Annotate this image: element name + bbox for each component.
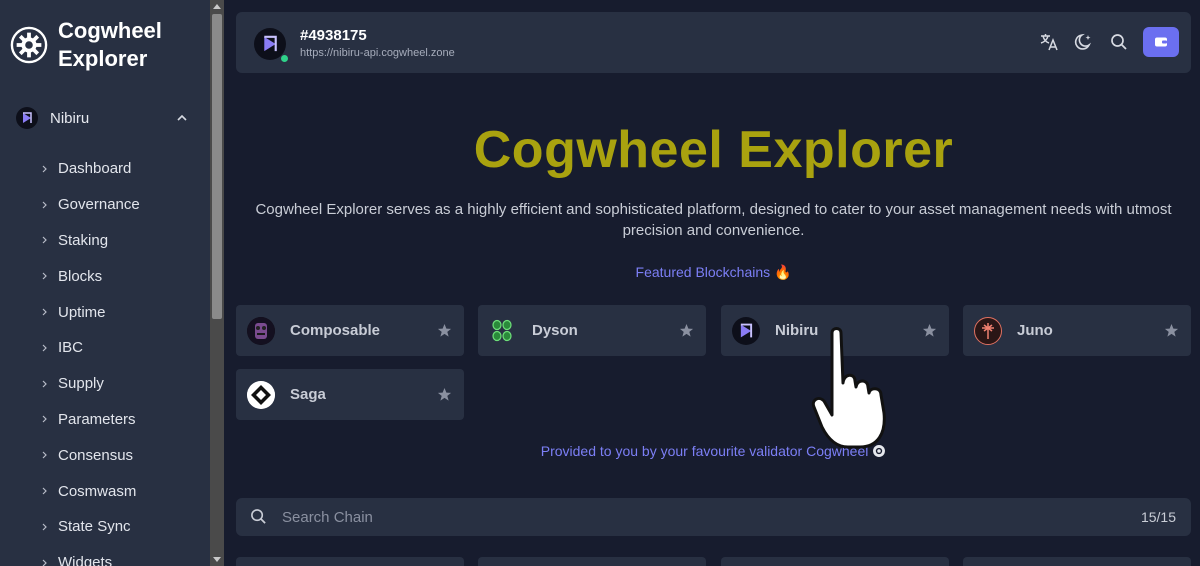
sidebar-item-label: Uptime xyxy=(58,303,106,321)
sidebar-item-governance[interactable]: Governance xyxy=(42,187,140,223)
juno-logo-icon xyxy=(974,316,1002,345)
sidebar-item-consensus[interactable]: Consensus xyxy=(42,437,140,473)
star-icon[interactable] xyxy=(437,323,452,338)
chain-card-saga[interactable]: Saga xyxy=(236,369,464,420)
online-status-dot xyxy=(280,54,289,63)
sidebar-item-label: Supply xyxy=(58,375,104,393)
scroll-down-arrow-icon[interactable] xyxy=(213,557,221,562)
theme-moon-icon[interactable] xyxy=(1073,31,1095,53)
sidebar-item-supply[interactable]: Supply xyxy=(42,366,140,402)
pointer-hand-icon xyxy=(811,327,886,449)
chain-card[interactable] xyxy=(478,557,706,566)
chain-card-composable[interactable]: Composable xyxy=(236,305,464,356)
chevron-right-icon xyxy=(42,272,47,280)
sidebar-item-dashboard[interactable]: Dashboard xyxy=(42,151,140,187)
chain-card-name: Composable xyxy=(290,322,381,339)
sidebar-scrollbar[interactable] xyxy=(210,0,224,566)
chain-card-dyson[interactable]: Dyson xyxy=(478,305,706,356)
dyson-logo-icon xyxy=(489,317,517,345)
chevron-right-icon xyxy=(42,416,47,423)
search-icon[interactable] xyxy=(1108,31,1130,53)
search-chain-input[interactable] xyxy=(282,498,1102,536)
search-icon xyxy=(251,509,266,524)
chevron-right-icon xyxy=(42,308,47,316)
chevron-right-icon xyxy=(42,559,47,566)
header-actions xyxy=(1038,27,1179,57)
star-icon[interactable] xyxy=(1164,323,1179,338)
brand[interactable]: Cogwheel Explorer xyxy=(10,17,188,73)
nibiru-logo-icon xyxy=(16,107,38,129)
translate-icon[interactable] xyxy=(1038,31,1060,53)
chain-card[interactable] xyxy=(963,557,1191,566)
sidebar-item-label: Blocks xyxy=(58,267,103,285)
provided-by-link[interactable]: Provided to you by your favourite valida… xyxy=(236,443,1191,459)
saga-logo-icon xyxy=(247,380,275,409)
featured-blockchains-label: Featured Blockchains 🔥 xyxy=(635,264,792,280)
sidebar-item-state-sync[interactable]: State Sync xyxy=(42,509,140,545)
sidebar-item-label: Consensus xyxy=(58,446,134,464)
chain-card[interactable] xyxy=(236,557,464,566)
sidebar-item-uptime[interactable]: Uptime xyxy=(42,294,140,330)
page-title: Cogwheel Explorer xyxy=(473,121,954,179)
wallet-button[interactable] xyxy=(1143,27,1179,57)
sidebar-item-parameters[interactable]: Parameters xyxy=(42,402,140,438)
chevron-right-icon xyxy=(42,237,47,244)
star-icon[interactable] xyxy=(922,323,937,338)
wallet-icon xyxy=(1155,37,1167,47)
composable-logo-icon xyxy=(247,316,275,345)
chevron-right-icon xyxy=(42,165,47,173)
sidebar-nav: Dashboard Governance Staking Blocks Upti… xyxy=(42,151,140,566)
chevron-up-icon[interactable] xyxy=(176,112,188,124)
sidebar-item-label: State Sync xyxy=(58,518,131,536)
chain-card-name: Dyson xyxy=(532,322,578,339)
sidebar-item-cosmwasm[interactable]: Cosmwasm xyxy=(42,473,140,509)
brand-title: Cogwheel Explorer xyxy=(58,18,162,71)
chain-card-name: Saga xyxy=(290,386,326,403)
chevron-right-icon xyxy=(42,487,47,495)
chevron-right-icon xyxy=(42,201,47,209)
scroll-up-arrow-icon[interactable] xyxy=(213,4,221,9)
sidebar-item-staking[interactable]: Staking xyxy=(42,223,140,259)
sidebar-item-label: Cosmwasm xyxy=(58,482,137,500)
page-description: Cogwheel Explorer serves as a highly eff… xyxy=(255,201,1172,239)
star-icon[interactable] xyxy=(437,387,452,402)
top-bar: #4938175 https://nibiru-api.cogwheel.zon… xyxy=(236,12,1191,73)
api-endpoint: https://nibiru-api.cogwheel.zone xyxy=(300,47,455,59)
chevron-right-icon xyxy=(42,344,47,352)
chain-card-juno[interactable]: Juno xyxy=(963,305,1191,356)
chevron-right-icon xyxy=(42,380,47,388)
chevron-right-icon xyxy=(42,523,47,531)
sidebar-item-label: Governance xyxy=(58,196,140,214)
sidebar-chain-name: Nibiru xyxy=(50,109,90,127)
chain-card-name: Juno xyxy=(1017,322,1053,339)
sidebar-item-label: Parameters xyxy=(58,410,136,428)
cogwheel-logo-icon xyxy=(10,26,48,64)
sidebar-item-widgets[interactable]: Widgets xyxy=(42,545,140,566)
sidebar: Cogwheel Explorer Nibiru Dashboard Gover… xyxy=(0,0,210,566)
star-icon[interactable] xyxy=(679,323,694,338)
sidebar-item-label: IBC xyxy=(58,339,84,357)
sidebar-item-label: Dashboard xyxy=(58,160,132,178)
nibiru-logo-icon xyxy=(732,316,760,345)
sidebar-item-blocks[interactable]: Blocks xyxy=(42,258,140,294)
sidebar-chain-nibiru[interactable]: Nibiru xyxy=(16,106,194,130)
sidebar-item-ibc[interactable]: IBC xyxy=(42,330,140,366)
scrollbar-thumb[interactable] xyxy=(212,14,222,319)
sidebar-item-label: Staking xyxy=(58,231,109,249)
search-chain-bar: 15/15 xyxy=(236,498,1191,536)
block-height: #4938175 xyxy=(300,27,367,44)
chain-card[interactable] xyxy=(721,557,949,566)
sidebar-item-label: Widgets xyxy=(58,554,113,566)
search-result-count: 15/15 xyxy=(1140,509,1176,525)
chevron-right-icon xyxy=(42,451,47,459)
